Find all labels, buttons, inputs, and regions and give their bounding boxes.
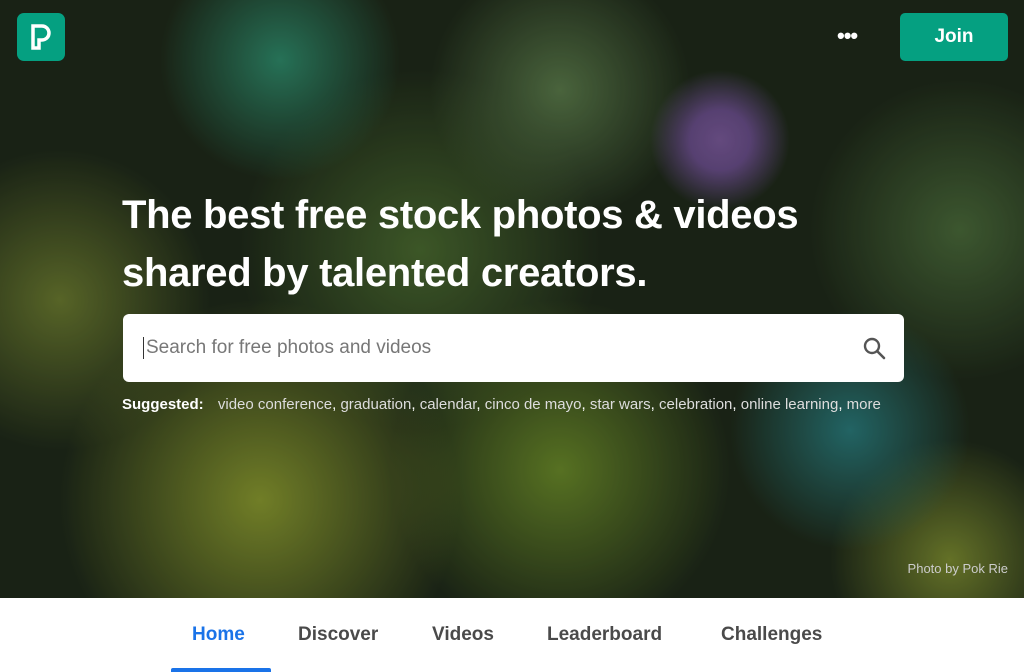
hero-banner: ••• Join The best free stock photos & vi… [0, 0, 1024, 598]
suggestion-link[interactable]: cinco de mayo [485, 396, 582, 413]
suggestion-link[interactable]: video conference [218, 396, 332, 413]
search-input[interactable] [143, 337, 862, 359]
tab-challenges[interactable]: Challenges [721, 624, 822, 646]
hero-title: The best free stock photos & videos shar… [122, 186, 882, 302]
main-nav: Home Discover Videos Leaderboard Challen… [0, 598, 1024, 672]
tab-videos[interactable]: Videos [432, 624, 494, 646]
suggestion-link[interactable]: celebration [659, 396, 732, 413]
pexels-logo-icon[interactable] [17, 13, 65, 61]
hero-title-line-2: shared by talented creators. [122, 251, 648, 295]
more-menu-ellipsis-icon[interactable]: ••• [837, 25, 858, 47]
tab-discover[interactable]: Discover [298, 624, 378, 646]
search-icon[interactable] [862, 336, 886, 360]
tab-home[interactable]: Home [192, 624, 245, 646]
suggestion-more-link[interactable]: more [847, 396, 881, 413]
suggestion-link[interactable]: graduation [340, 396, 411, 413]
photo-credit-link[interactable]: Photo by Pok Rie [908, 561, 1008, 576]
active-tab-indicator [171, 668, 271, 672]
hero-title-line-1: The best free stock photos & videos [122, 193, 799, 237]
suggestion-link[interactable]: online learning [741, 396, 839, 413]
search-bar[interactable] [123, 314, 904, 382]
suggestion-link[interactable]: calendar [420, 396, 477, 413]
tab-leaderboard[interactable]: Leaderboard [547, 624, 662, 646]
suggested-searches: Suggested: video conference, graduation,… [122, 396, 881, 413]
suggested-label: Suggested: [122, 396, 204, 413]
join-button[interactable]: Join [900, 13, 1008, 61]
suggestion-link[interactable]: star wars [590, 396, 651, 413]
